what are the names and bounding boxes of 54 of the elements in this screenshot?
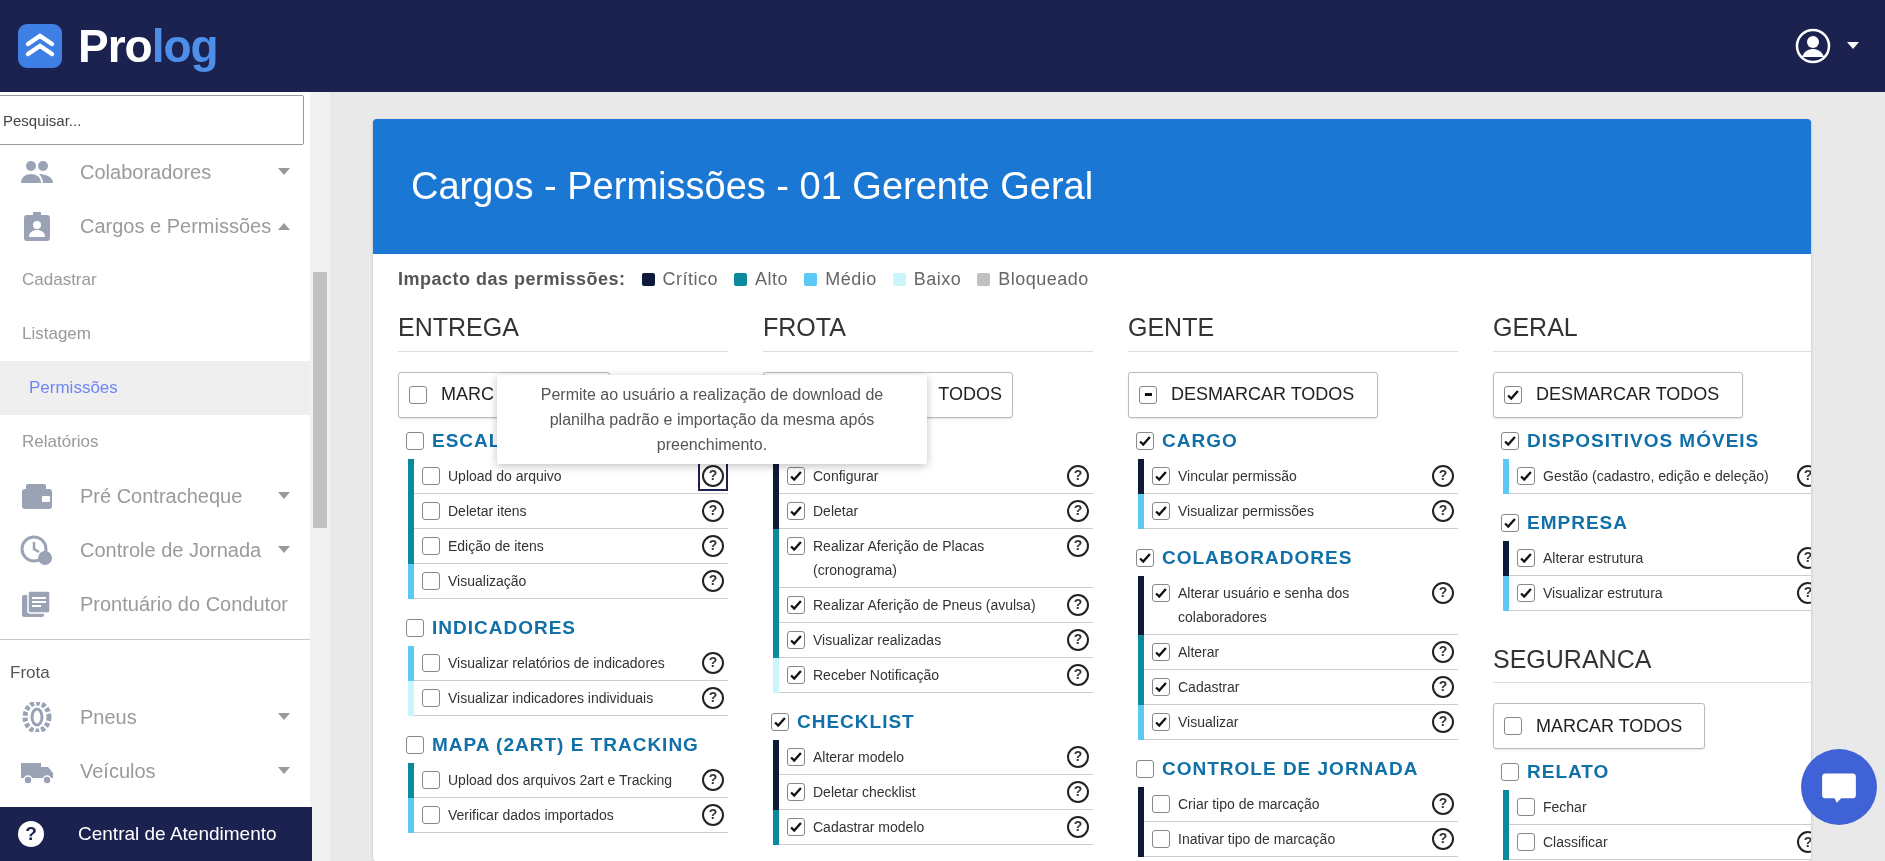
permission-label: Inativar tipo de marcação bbox=[1178, 829, 1336, 849]
permission-label: Gestão (cadastro, edição e deleção) bbox=[1543, 466, 1769, 486]
tooltip: Permite ao usuário a realização de download de planilha padrão e importação da mesma após preenchimento. bbox=[497, 375, 927, 464]
permission-label: Vincular permissão bbox=[1178, 466, 1297, 486]
permission-label: Visualizar bbox=[1178, 712, 1239, 732]
section-heading: CONTROLE DE JORNADA bbox=[1162, 756, 1419, 781]
column-heading: GERAL bbox=[1493, 309, 1811, 352]
section-heading: DISPOSITIVOS MÓVEIS bbox=[1527, 428, 1760, 453]
column-heading: SEGURANCA bbox=[1493, 640, 1811, 683]
permission-label: Visualizar relatórios de indicadores bbox=[448, 653, 665, 673]
section-heading: CHECKLIST bbox=[797, 709, 915, 734]
section-heading: RELATO bbox=[1527, 760, 1610, 784]
section-heading: EMPRESA bbox=[1527, 510, 1628, 535]
section-heading: CARGO bbox=[1162, 428, 1238, 453]
permission-label: Criar tipo de marcação bbox=[1178, 794, 1320, 814]
permission-label: Cadastrar bbox=[1178, 677, 1240, 697]
section-heading: COLABORADORES bbox=[1162, 545, 1353, 570]
legend-item: Médio bbox=[825, 268, 877, 291]
legend-label: Impacto das permissões: bbox=[398, 268, 626, 291]
permission-label: Verificar dados importados bbox=[448, 805, 614, 825]
permission-label: Deletar bbox=[813, 501, 859, 521]
legend-item: Crítico bbox=[662, 268, 719, 291]
permission-label: Configurar bbox=[813, 466, 879, 486]
permission-label: Alterar estrutura bbox=[1543, 548, 1644, 568]
permission-label: Realizar Aferição de Placas (cronograma) bbox=[813, 536, 986, 580]
permission-label: Upload dos arquivos 2art e Tracking bbox=[448, 770, 673, 790]
legend-item: Bloqueado bbox=[998, 268, 1089, 291]
sidebar-section-label: Frota bbox=[9, 662, 51, 684]
column-heading: FROTA bbox=[763, 309, 1093, 352]
page-title: Cargos - Permissões - 01 Gerente Geral bbox=[411, 164, 1094, 209]
legend-item: Baixo bbox=[913, 268, 962, 291]
permission-label: Visualizar estrutura bbox=[1543, 583, 1663, 603]
permission-label: Visualizar indicadores individuais bbox=[448, 688, 654, 708]
permission-label: Alterar modelo bbox=[813, 747, 905, 767]
section-heading: MAPA (2ART) E TRACKING bbox=[432, 732, 699, 757]
permission-label: Deletar itens bbox=[448, 501, 527, 521]
permission-label: Alterar usuário e senha dos colaboradores bbox=[1178, 583, 1351, 627]
permission-label: Upload do arquivo bbox=[448, 466, 562, 486]
permission-label: Visualização bbox=[448, 571, 527, 591]
column-heading: ENTREGA bbox=[398, 309, 728, 352]
permission-label: Visualizar permissões bbox=[1178, 501, 1314, 521]
permission-label: Cadastrar modelo bbox=[813, 817, 925, 837]
legend-item: Alto bbox=[755, 268, 789, 291]
permission-label: Classificar bbox=[1543, 833, 1608, 852]
permission-label: Deletar checklist bbox=[813, 782, 916, 802]
permission-label: Alterar bbox=[1178, 642, 1220, 662]
permission-label: Fechar bbox=[1543, 798, 1587, 817]
column-heading: GENTE bbox=[1128, 309, 1458, 352]
help-icon: ? bbox=[18, 821, 44, 847]
permission-label: Edição de itens bbox=[448, 536, 544, 556]
permission-label: Realizar Aferição de Pneus (avulsa) bbox=[813, 595, 1036, 615]
permission-label: Visualizar realizadas bbox=[813, 630, 942, 650]
section-heading: INDICADORES bbox=[432, 615, 576, 640]
permission-label: Receber Notificação bbox=[813, 665, 940, 685]
